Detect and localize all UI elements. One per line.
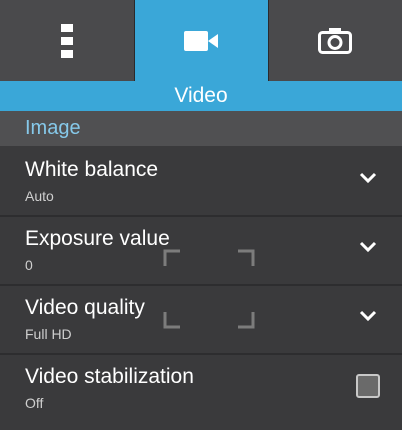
setting-value: 0	[25, 257, 33, 273]
chevron-down-icon[interactable]	[359, 172, 377, 184]
setting-video-stabilization[interactable]: Video stabilization Off	[0, 353, 402, 430]
video-camera-icon	[184, 30, 218, 51]
setting-title: Video quality	[25, 296, 145, 319]
focus-frame-icon	[163, 249, 255, 329]
setting-value: Full HD	[25, 326, 72, 342]
setting-white-balance[interactable]: White balance Auto	[0, 146, 402, 214]
setting-value: Auto	[25, 188, 54, 204]
menu-dots-icon	[61, 23, 73, 58]
section-header-image: Image	[0, 111, 402, 146]
chevron-down-icon[interactable]	[359, 310, 377, 322]
tab-photo[interactable]	[268, 0, 402, 81]
mode-tabs	[0, 0, 402, 81]
mode-title: Video	[0, 81, 402, 111]
setting-title: Video stabilization	[25, 365, 194, 388]
tab-menu[interactable]	[0, 0, 134, 81]
setting-title: White balance	[25, 158, 159, 181]
stabilization-checkbox[interactable]	[356, 374, 380, 398]
chevron-down-icon[interactable]	[359, 241, 377, 253]
tab-video[interactable]	[134, 0, 268, 81]
setting-title: Exposure value	[25, 227, 170, 250]
setting-value: Off	[25, 395, 44, 411]
photo-camera-icon	[318, 27, 352, 54]
